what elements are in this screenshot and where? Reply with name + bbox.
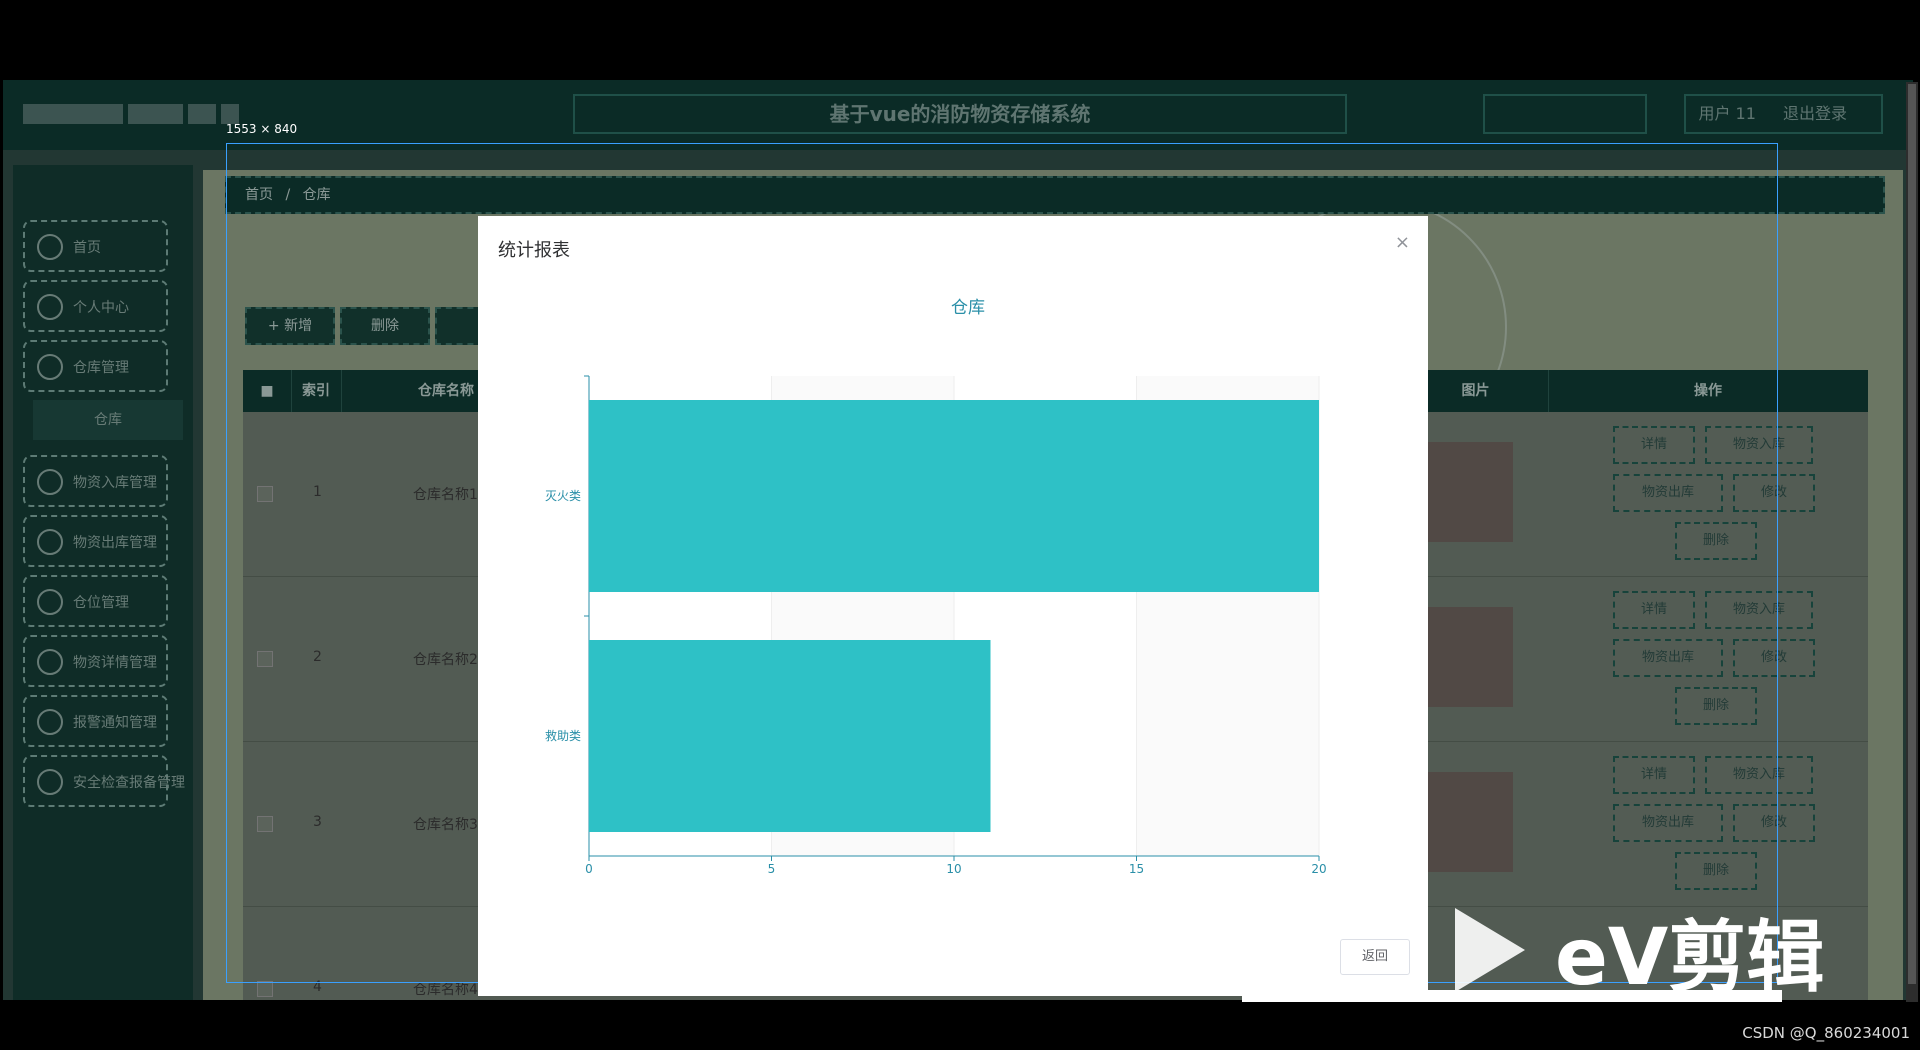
dialog-title: 统计报表 <box>498 240 570 261</box>
csdn-credit: CSDN @Q_860234001 <box>1742 1024 1910 1042</box>
scroll-thumb[interactable] <box>1908 84 1916 984</box>
report-dialog: 统计报表 × 仓库 0 5 10 15 20 灭火类救助类 返回 <box>478 216 1428 996</box>
bar <box>589 640 991 832</box>
bar <box>589 400 1319 592</box>
capture-toolbar[interactable] <box>1242 990 1782 1002</box>
x-tick-label: 15 <box>1129 862 1144 876</box>
scrollbar[interactable] <box>1906 82 1918 1002</box>
x-tick-label: 5 <box>768 862 776 876</box>
close-icon[interactable]: × <box>1395 232 1410 253</box>
x-tick-label: 20 <box>1311 862 1326 876</box>
x-tick-label: 10 <box>946 862 961 876</box>
selection-size-label: 1553 × 840 <box>226 122 298 136</box>
chart-title: 仓库 <box>951 298 985 318</box>
x-tick-label: 0 <box>585 862 593 876</box>
y-category-label: 救助类 <box>545 728 581 743</box>
ev-play-icon <box>1455 908 1525 992</box>
bar-chart: 仓库 0 5 10 15 20 灭火类救助类 <box>545 298 1327 876</box>
y-category-label: 灭火类 <box>545 489 581 503</box>
return-button[interactable]: 返回 <box>1340 939 1410 975</box>
